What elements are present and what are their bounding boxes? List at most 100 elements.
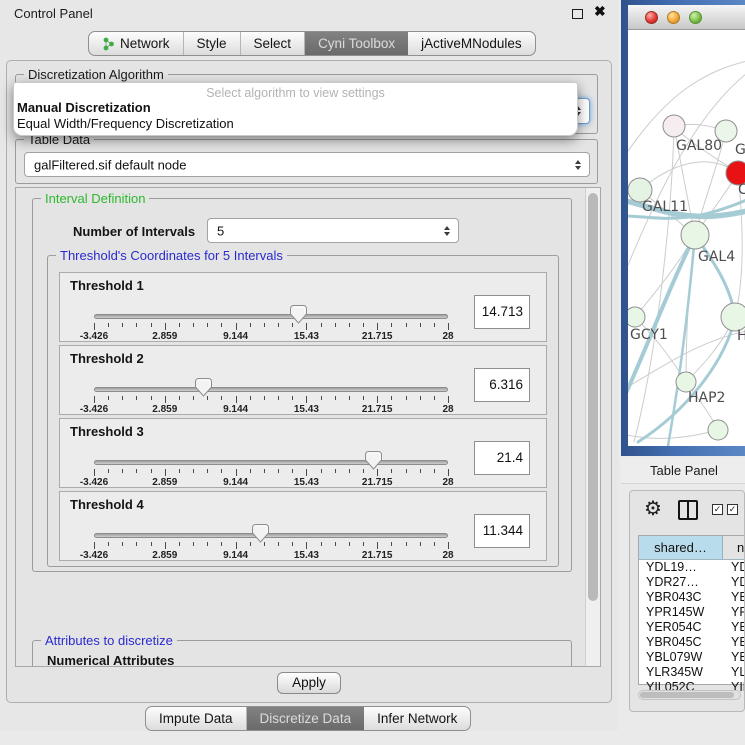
table-row[interactable]: YDR27…YDR2 [639, 575, 745, 590]
table-header-row: shared… na [639, 536, 745, 560]
slider-track[interactable] [94, 314, 448, 319]
slider-thumb[interactable] [290, 305, 307, 324]
tick-mark [179, 542, 180, 546]
threshold-slider[interactable]: -3.4262.8599.14415.4321.71528 [60, 516, 470, 560]
scrollbar-thumb[interactable] [640, 692, 734, 698]
tab-jactivemnodules[interactable]: jActiveMNodules [408, 32, 535, 55]
table-cell[interactable]: YLR3 [723, 665, 745, 680]
table-cell[interactable]: YPR1 [723, 605, 745, 620]
table-row[interactable]: YBL079WYBL0 [639, 650, 745, 665]
network-node-hap2[interactable] [676, 372, 696, 392]
table-cell[interactable]: YBR0 [723, 590, 745, 605]
tick-mark [448, 469, 449, 476]
number-of-intervals-combo[interactable]: 5 [207, 218, 459, 243]
threshold-value-field[interactable]: 21.4 [474, 441, 530, 475]
threshold-slider[interactable]: -3.4262.8599.14415.4321.71528 [60, 370, 470, 414]
table-row[interactable]: YDL19…YDL1 [639, 560, 745, 575]
tick-mark [236, 469, 237, 476]
tick-mark [349, 469, 350, 473]
tick-mark [221, 323, 222, 327]
close-icon[interactable]: ✖ [594, 3, 606, 20]
table-cell[interactable]: YDL19… [639, 560, 723, 575]
table-cell[interactable]: YBR045C [639, 635, 723, 650]
network-node[interactable] [708, 420, 728, 440]
network-node-gal4[interactable] [681, 221, 709, 249]
gear-icon[interactable]: ⚙ [644, 499, 662, 519]
table-row[interactable]: YER054CYER0 [639, 620, 745, 635]
slider-thumb[interactable] [195, 378, 212, 397]
slider-thumb[interactable] [365, 451, 382, 470]
threshold-slider[interactable]: -3.4262.8599.14415.4321.71528 [60, 297, 470, 341]
mac-minimize-icon[interactable] [667, 11, 680, 24]
vertical-scrollbar[interactable] [585, 188, 600, 666]
threshold-value-field[interactable]: 11.344 [474, 514, 530, 548]
slider-track[interactable] [94, 460, 448, 465]
apply-button[interactable]: Apply [277, 672, 341, 694]
tab-discretize-data[interactable]: Discretize Data [247, 707, 365, 730]
table-cell[interactable]: YER0 [723, 620, 745, 635]
table-row[interactable]: YBR045CYBR0 [639, 635, 745, 650]
checkbox-icon[interactable]: ✓ [712, 504, 723, 515]
tab-select[interactable]: Select [241, 32, 306, 55]
tick-mark [349, 323, 350, 327]
threshold-value-field[interactable]: 14.713 [474, 295, 530, 329]
table-cell[interactable]: YBR043C [639, 590, 723, 605]
tick-label: 2.859 [152, 477, 177, 488]
network-node-ga[interactable] [715, 120, 737, 142]
slider-track[interactable] [94, 533, 448, 538]
threshold-panel-2: Threshold 2 -3.4262.8599.14415.4321.7152… [59, 345, 547, 415]
table-cell[interactable]: YBL079W [639, 650, 723, 665]
column-header-shared-name[interactable]: shared… [639, 536, 723, 559]
tab-style[interactable]: Style [184, 32, 241, 55]
network-node-gal80[interactable] [663, 115, 685, 137]
table-row[interactable]: YPR145WYPR1 [639, 605, 745, 620]
tab-cyni-toolbox[interactable]: Cyni Toolbox [305, 32, 408, 55]
tab-infer-network[interactable]: Infer Network [364, 707, 470, 730]
table-cell[interactable]: YDL1 [723, 560, 745, 575]
tick-mark [292, 469, 293, 473]
slider-track[interactable] [94, 387, 448, 392]
tick-mark [165, 323, 166, 330]
tick-mark [321, 396, 322, 400]
network-canvas[interactable]: GAL80GACGAL11GAL4GCY1HHAP2 [628, 30, 745, 446]
table-cell[interactable]: YBR0 [723, 635, 745, 650]
table-row[interactable]: YLR345WYLR3 [639, 665, 745, 680]
table-cell[interactable]: YBL0 [723, 650, 745, 665]
tick-mark [434, 542, 435, 546]
checkbox-icon[interactable]: ✓ [727, 504, 738, 515]
table-cell[interactable]: YER054C [639, 620, 723, 635]
tick-mark [292, 542, 293, 546]
mac-close-icon[interactable] [645, 11, 658, 24]
float-window-icon[interactable] [572, 9, 583, 19]
network-window-titlebar[interactable] [628, 5, 745, 30]
table-cell[interactable]: YDR2 [723, 575, 745, 590]
split-view-icon[interactable] [678, 500, 698, 520]
node-table: shared… na YDL19…YDL1YDR27…YDR2YBR043CYB… [638, 535, 745, 685]
tick-mark [250, 542, 251, 546]
network-node-h[interactable] [721, 303, 745, 331]
threshold-value-field[interactable]: 6.316 [474, 368, 530, 402]
tab-impute-data[interactable]: Impute Data [146, 707, 247, 730]
table-panel-title: Table Panel [650, 463, 718, 478]
network-edge[interactable] [628, 430, 718, 438]
table-cell[interactable]: YDR27… [639, 575, 723, 590]
column-header-name[interactable]: na [723, 536, 745, 559]
table-cell[interactable]: YLR345W [639, 665, 723, 680]
tab-network[interactable]: Network [89, 32, 184, 55]
network-edge[interactable] [634, 126, 674, 442]
dropdown-item-equal-width-frequency[interactable]: Equal Width/Frequency Discretization [14, 116, 577, 132]
network-edge[interactable] [640, 162, 738, 190]
mac-zoom-icon[interactable] [689, 11, 702, 24]
tick-mark [165, 542, 166, 549]
slider-thumb[interactable] [252, 524, 269, 543]
table-data-combo[interactable]: galFiltered.sif default node [24, 152, 590, 177]
tab-label: Select [254, 36, 292, 51]
table-row[interactable]: YBR043CYBR0 [639, 590, 745, 605]
network-node-gcy1[interactable] [628, 307, 645, 327]
tick-mark [434, 323, 435, 327]
threshold-slider[interactable]: -3.4262.8599.14415.4321.71528 [60, 443, 470, 487]
dropdown-item-manual-discretization[interactable]: Manual Discretization [14, 100, 577, 116]
scrollbar-thumb[interactable] [588, 193, 598, 601]
table-cell[interactable]: YPR145W [639, 605, 723, 620]
horizontal-scrollbar[interactable] [638, 690, 741, 700]
